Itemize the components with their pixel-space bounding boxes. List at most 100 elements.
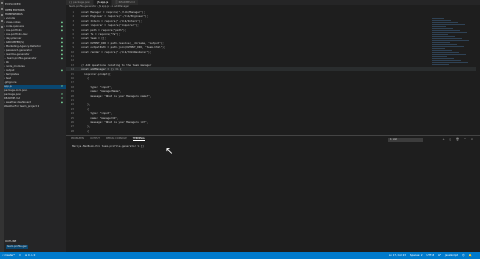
- line-number: 21: [70, 99, 74, 102]
- code-line[interactable]: },: [81, 125, 90, 128]
- code-line[interactable]: const Manager = require("./lib/Manager")…: [81, 11, 145, 14]
- status-bar: ⑂ master* ⟳ ⊗ 0 ⚠ 0 Ln 17, Col 23 Spaces: 2…: [0, 252, 480, 259]
- status-item[interactable]: JavaScript: [445, 254, 458, 257]
- status-item[interactable]: Ln 17, Col 23: [389, 254, 406, 257]
- code-line[interactable]: {: [81, 77, 89, 80]
- line-number: 28: [70, 129, 74, 133]
- minimap-line: [432, 32, 467, 33]
- status-item[interactable]: Spaces: 2: [410, 254, 423, 257]
- code-line[interactable]: const outputPath = path.join(OUTPUT_DIR,…: [81, 46, 165, 49]
- code-line[interactable]: message: "What is your Managers name?",: [81, 95, 151, 98]
- line-number: 23: [70, 107, 74, 111]
- code-line[interactable]: {: [81, 108, 89, 111]
- extensions-icon[interactable]: [1, 26, 3, 28]
- tree-item[interactable]: WeatherFor team_project 2: [4, 105, 66, 109]
- code-line[interactable]: const addManager = () => {: [81, 68, 122, 71]
- terminal-prompt[interactable]: Marcys-MacBook-Pro team-profile-generato…: [72, 145, 144, 148]
- line-number: 18: [70, 85, 74, 89]
- tree-item-label: › Marketing-Agency-Refactor: [4, 45, 42, 48]
- code-line[interactable]: const render = require("./lib/htmlRender…: [81, 51, 151, 54]
- line-number: 13: [70, 63, 74, 67]
- outline-item[interactable]: team-profile-gen: [6, 245, 28, 249]
- panel-actions-icon[interactable]: + ▯ 🗑 ^ ×: [442, 138, 475, 141]
- minimap-line: [432, 36, 455, 37]
- code-line[interactable]: type: "input",: [81, 112, 112, 115]
- minimap-line: [432, 38, 462, 39]
- debug-icon[interactable]: [1, 20, 3, 22]
- tree-item-label: › lib: [4, 61, 9, 64]
- code-line[interactable]: },: [81, 103, 90, 106]
- minimap-line: [432, 46, 464, 47]
- line-number: 25: [70, 116, 74, 120]
- explorer-icon[interactable]: [1, 2, 3, 4]
- tree-item-label: › code-quiz-ace: [4, 25, 24, 28]
- code-line[interactable]: {: [81, 130, 89, 133]
- line-number: 26: [70, 121, 74, 124]
- code-line[interactable]: const path = require("path");: [81, 29, 126, 32]
- tree-item-label: › templates: [4, 73, 19, 76]
- line-number: 24: [70, 112, 74, 116]
- line-number: 14: [70, 68, 74, 72]
- minimap-line: [432, 54, 466, 55]
- code-line[interactable]: message: "What is your Managers id?",: [81, 121, 148, 124]
- line-number: 4: [72, 24, 74, 28]
- code-line[interactable]: name: "managerId",: [81, 117, 118, 120]
- minimap-line: [432, 64, 449, 65]
- panel-tab[interactable]: TERMINAL: [132, 137, 145, 141]
- source-control-icon[interactable]: [1, 14, 3, 16]
- line-number: 10: [70, 50, 74, 54]
- line-number: 16: [70, 77, 74, 80]
- tree-item-label: README.md: [4, 97, 21, 100]
- line-number: 27: [70, 125, 74, 129]
- line-number: 3: [72, 19, 74, 23]
- status-item[interactable]: ☺: [462, 254, 465, 257]
- tree-item-label: › class-notes: [4, 21, 21, 24]
- panel-tab[interactable]: PROBLEMS: [71, 137, 84, 140]
- tree-item-label: WeatherFor team_project 2: [4, 105, 40, 108]
- tree-item-label: › vscode: [4, 17, 16, 20]
- status-item[interactable]: ⊗ 0 ⚠ 0: [25, 254, 35, 257]
- line-number: 19: [70, 90, 74, 94]
- code-line[interactable]: const fs = require("fs");: [81, 33, 120, 36]
- line-number: 7: [72, 37, 74, 41]
- outline-section[interactable]: OUTLINE: [4, 240, 66, 244]
- code-editor[interactable]: 1 const Manager = require("./lib/Manager"…: [66, 9, 480, 135]
- status-item[interactable]: LF: [438, 254, 441, 257]
- code-line[interactable]: // Add questions relating to the team ma…: [81, 64, 151, 67]
- code-line[interactable]: inquirer.prompt([: [81, 73, 111, 76]
- minimap-line: [432, 48, 445, 49]
- terminal-select[interactable]: 1: zsh: [388, 138, 423, 142]
- tree-item-label: › weather-dashboard: [4, 101, 31, 104]
- status-item[interactable]: UTF-8: [427, 254, 435, 257]
- code-line[interactable]: const Intern = require("./lib/Intern");: [81, 20, 142, 23]
- code-line[interactable]: type: "input",: [81, 86, 112, 89]
- minimap-line: [432, 56, 447, 57]
- code-line[interactable]: name: "managerName",: [81, 90, 121, 93]
- panel-tab[interactable]: OUTPUT: [90, 137, 100, 140]
- bottom-panel: PROBLEMS OUTPUT DEBUG CONSOLE TERMINAL 1: z…: [66, 135, 480, 252]
- current-line-highlight: [66, 67, 476, 71]
- minimap-line: [432, 58, 454, 59]
- minimap-line: [432, 26, 446, 27]
- line-number: 8: [72, 41, 74, 45]
- status-item[interactable]: ⑂ master*: [2, 254, 15, 257]
- status-right: Ln 17, Col 23 Spaces: 2 UTF-8 LF JavaScript ☺…: [389, 254, 476, 257]
- code-line[interactable]: const Engineer = require("./lib/Engineer…: [81, 15, 148, 18]
- tree-item-label: app.js: [4, 85, 12, 88]
- code-line[interactable]: const OUTPUT_DIR = path.resolve(__dirnam…: [81, 42, 164, 45]
- minimap-line: [432, 18, 444, 19]
- tree-item-label: › css-portfolio-dev: [4, 33, 28, 36]
- tree-item-label: › node_modules: [4, 65, 25, 68]
- search-icon[interactable]: [1, 8, 3, 10]
- line-number: 6: [72, 33, 74, 36]
- status-item[interactable]: 🔔: [469, 254, 472, 257]
- minimap[interactable]: [432, 18, 472, 88]
- tree-item-label: › output: [4, 69, 15, 72]
- code-line[interactable]: const inquirer = require("inquirer");: [81, 24, 139, 27]
- status-item[interactable]: ⟳: [19, 254, 21, 257]
- tree-item-label: ⌄ team-profile-generator: [4, 57, 37, 60]
- code-line[interactable]: const team = [];: [81, 37, 106, 40]
- tree-item-label: › password-generator: [4, 49, 32, 52]
- panel-tab[interactable]: DEBUG CONSOLE: [106, 137, 127, 140]
- minimap-line: [432, 40, 469, 41]
